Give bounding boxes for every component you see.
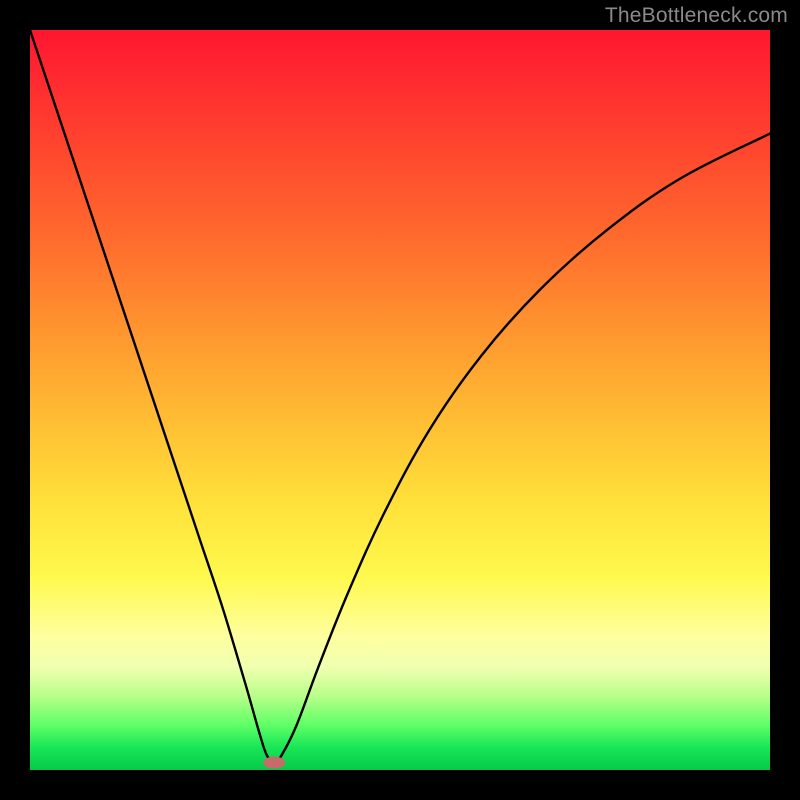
chart-stage: TheBottleneck.com: [0, 0, 800, 800]
curve-layer: [30, 30, 770, 770]
plot-area: [30, 30, 770, 770]
minimum-marker-icon: [263, 757, 285, 769]
watermark-text: TheBottleneck.com: [605, 4, 788, 28]
bottleneck-curve: [30, 30, 770, 763]
